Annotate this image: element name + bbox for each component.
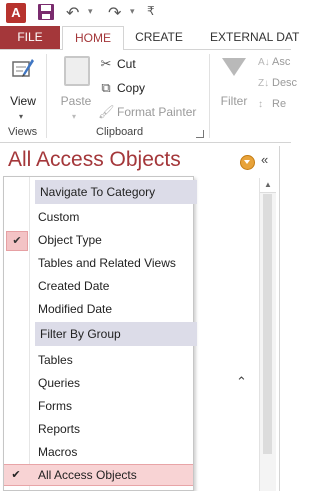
menu-item-macros[interactable]: Macros — [4, 441, 193, 463]
tab-home[interactable]: HOME — [62, 26, 124, 51]
menu-item-object-type[interactable]: ✔ Object Type — [4, 229, 193, 251]
menu-item-label: Custom — [38, 210, 80, 224]
menu-item-label: Tables — [38, 353, 73, 367]
menu-item-label: Tables and Related Views — [38, 256, 176, 270]
navigation-pane-scrollbar[interactable]: ▲ ⌃ — [236, 178, 276, 491]
scissors-icon: ✂ — [100, 56, 112, 71]
navigation-menu-dropdown-icon[interactable] — [240, 155, 255, 170]
menu-item-label: All Access Objects — [38, 468, 137, 482]
format-painter-button[interactable]: 🖌 Format Painter — [98, 102, 196, 122]
navigation-dropdown-menu: Navigate To Category Custom ✔ Object Typ… — [3, 176, 197, 491]
tab-create[interactable]: CREATE — [126, 26, 192, 49]
check-icon: ✔ — [11, 469, 21, 481]
scrollbar-thumb[interactable] — [263, 194, 272, 454]
document-area — [280, 146, 291, 491]
menu-item-tables-and-related-views[interactable]: Tables and Related Views — [4, 252, 193, 274]
tab-file[interactable]: FILE — [0, 26, 60, 49]
menu-item-label: Queries — [38, 376, 81, 390]
expand-group-icon[interactable]: ⌃ — [236, 374, 247, 390]
menu-item-reports[interactable]: Reports — [4, 418, 193, 440]
menu-item-forms[interactable]: Forms — [4, 395, 193, 417]
filter-label: Filter — [220, 94, 248, 108]
remove-sort-label: Re — [272, 98, 287, 110]
save-icon[interactable] — [38, 4, 54, 20]
access-app-icon[interactable]: A — [6, 3, 26, 23]
sort-descending-icon: Z↓ — [258, 78, 270, 89]
view-dropdown-icon[interactable]: ▾ — [19, 112, 23, 121]
sort-ascending-button[interactable]: A↓ Asc — [258, 56, 290, 68]
sort-descending-label: Desc — [272, 77, 298, 89]
format-painter-label: Format Painter — [117, 105, 197, 119]
menu-item-label: Reports — [38, 422, 81, 436]
undo-icon[interactable]: ↶ — [66, 3, 79, 23]
paintbrush-icon: 🖌 — [98, 104, 115, 119]
ribbon-tabs: FILE HOME CREATE EXTERNAL DAT — [0, 26, 299, 51]
navigate-to-category-header: Navigate To Category — [35, 180, 197, 204]
menu-item-label: Forms — [38, 399, 72, 413]
menu-item-label: Created Date — [38, 279, 110, 293]
menu-item-queries[interactable]: Queries — [4, 372, 193, 394]
paste-button[interactable]: Paste ▾ — [58, 54, 94, 121]
filter-by-group-header: Filter By Group — [35, 322, 197, 346]
check-icon: ✔ — [6, 231, 28, 251]
sort-descending-button[interactable]: Z↓ Desc — [258, 77, 297, 89]
scroll-up-icon[interactable]: ▲ — [260, 178, 276, 193]
sort-ascending-icon: A↓ — [258, 57, 270, 68]
view-label: View — [10, 94, 36, 108]
navigation-pane-header: All Access Objects « — [0, 146, 279, 176]
view-icon — [12, 59, 34, 77]
views-group-label: Views — [8, 126, 38, 138]
group-divider — [209, 54, 210, 138]
quick-access-toolbar: A ↶ ▾ ↷ ▾ ₹ — [0, 0, 291, 26]
group-divider — [46, 54, 47, 138]
menu-item-label: Modified Date — [38, 302, 113, 316]
customize-toolbar-icon[interactable]: ₹ — [147, 4, 155, 18]
menu-item-all-access-objects[interactable]: ✔ All Access Objects — [4, 464, 193, 486]
copy-icon: ⧉ — [101, 80, 111, 95]
menu-item-modified-date[interactable]: Modified Date — [4, 298, 193, 320]
shutter-bar-close-icon[interactable]: « — [261, 152, 268, 167]
clipboard-group-label: Clipboard — [96, 126, 144, 138]
menu-item-label: Macros — [38, 445, 78, 459]
clipboard-icon — [64, 56, 90, 86]
copy-button[interactable]: ⧉ Copy — [98, 78, 145, 98]
view-button[interactable]: View ▾ — [4, 54, 42, 121]
cut-button[interactable]: ✂ Cut — [98, 54, 136, 74]
paste-dropdown-icon[interactable]: ▾ — [72, 112, 76, 121]
menu-item-label: Object Type — [38, 233, 102, 247]
navigation-pane-title[interactable]: All Access Objects — [8, 148, 181, 172]
funnel-icon — [222, 58, 246, 76]
remove-sort-button[interactable]: ↕ Re — [258, 98, 286, 110]
redo-icon[interactable]: ↷ — [108, 3, 121, 23]
ribbon: View ▾ Views Paste ▾ ✂ Cut ⧉ Copy 🖌 Format … — [0, 50, 297, 143]
filter-button[interactable]: Filter — [218, 54, 250, 118]
menu-item-tables[interactable]: Tables — [4, 349, 193, 371]
sort-ascending-label: Asc — [272, 56, 291, 68]
menu-item-custom[interactable]: Custom — [4, 206, 193, 228]
remove-sort-icon: ↕ — [258, 99, 263, 110]
undo-dropdown-icon[interactable]: ▾ — [88, 6, 93, 17]
paste-label: Paste — [60, 94, 92, 108]
redo-dropdown-icon[interactable]: ▾ — [130, 6, 135, 17]
cut-label: Cut — [117, 57, 136, 71]
tab-external-data[interactable]: EXTERNAL DAT — [196, 26, 320, 49]
clipboard-dialog-launcher-icon[interactable] — [196, 130, 204, 138]
menu-item-created-date[interactable]: Created Date — [4, 275, 193, 297]
copy-label: Copy — [117, 81, 146, 95]
